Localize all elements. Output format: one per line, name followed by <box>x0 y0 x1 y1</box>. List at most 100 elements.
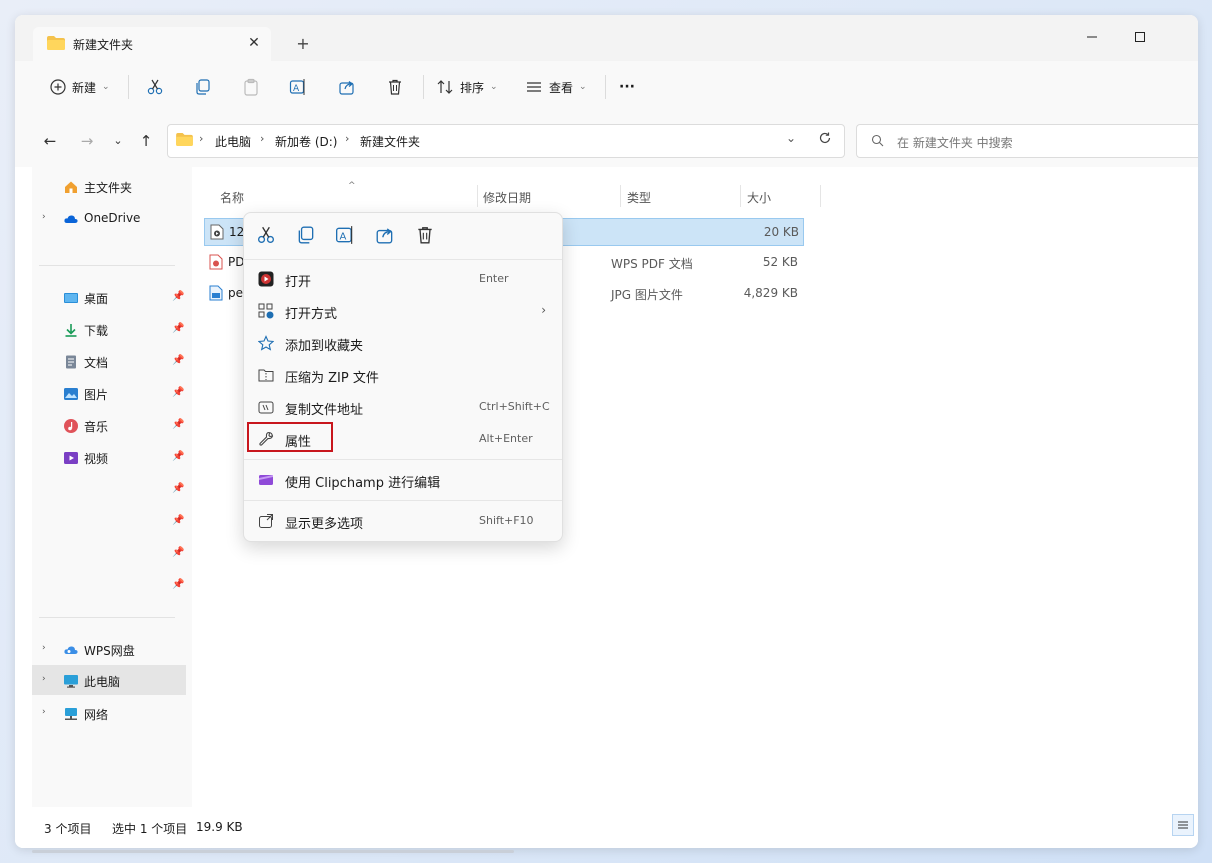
file-size: 20 KB <box>763 225 799 239</box>
paste-button[interactable] <box>242 74 260 100</box>
rename-icon[interactable]: A <box>335 225 357 247</box>
breadcrumb-drive-d[interactable]: 新加卷 (D:) <box>275 133 337 150</box>
pin-icon: 📌 <box>172 387 185 398</box>
sidebar-item-pinned-empty[interactable]: 📌 <box>32 506 186 536</box>
back-arrow-icon[interactable]: ← <box>40 131 60 151</box>
menu-item-open[interactable]: 打开 Enter <box>244 263 562 295</box>
address-dropdown-icon[interactable]: ⌄ <box>786 131 796 145</box>
forward-arrow-icon[interactable]: → <box>77 131 97 151</box>
close-tab-icon[interactable]: ✕ <box>243 32 265 54</box>
trash-icon[interactable] <box>415 225 437 247</box>
menu-item-compress-zip[interactable]: 压缩为 ZIP 文件 <box>244 359 562 391</box>
menu-item-shortcut: Alt+Enter <box>479 432 533 445</box>
properties-highlight-box <box>247 422 333 452</box>
column-header-size[interactable]: 大小 <box>747 189 771 206</box>
chevron-down-icon: ⌄ <box>490 82 498 92</box>
share-icon[interactable] <box>375 225 397 247</box>
menu-item-show-more-options[interactable]: 显示更多选项 Shift+F10 <box>244 505 562 537</box>
pin-icon: 📌 <box>172 355 185 366</box>
sidebar-item-documents[interactable]: 文档 📌 <box>32 346 186 376</box>
breadcrumb-current-folder[interactable]: 新建文件夹 <box>360 133 420 150</box>
menu-item-open-with[interactable]: 打开方式 › <box>244 295 562 327</box>
download-icon <box>63 322 79 338</box>
menu-item-add-favorites[interactable]: 添加到收藏夹 <box>244 327 562 359</box>
jpg-file-icon <box>209 285 223 301</box>
up-arrow-icon[interactable]: ↑ <box>136 131 156 151</box>
copy-icon[interactable] <box>296 225 318 247</box>
pin-icon: 📌 <box>172 547 185 558</box>
navigation-pane: 主文件夹 › OneDrive 桌面 📌 下载 📌 文档 📌 图片 📌 音乐 📌… <box>32 167 192 807</box>
new-tab-button[interactable]: + <box>291 32 315 56</box>
address-bar[interactable]: › 此电脑 › 新加卷 (D:) › 新建文件夹 ⌄ <box>167 124 845 158</box>
details-view-icon <box>1178 821 1188 829</box>
share-icon <box>339 81 354 95</box>
sidebar-item-desktop[interactable]: 桌面 📌 <box>32 282 186 312</box>
expand-chevron-icon[interactable]: › <box>42 707 46 717</box>
toolbar-divider <box>128 75 129 99</box>
sidebar-item-wps-cloud[interactable]: › WPS网盘 <box>32 634 186 664</box>
details-view-button[interactable] <box>1172 814 1194 836</box>
file-size: 52 KB <box>762 255 798 269</box>
search-placeholder: 在 新建文件夹 中搜索 <box>897 136 1013 150</box>
scissors-icon[interactable] <box>256 225 278 247</box>
delete-button[interactable] <box>386 74 404 100</box>
maximize-icon[interactable] <box>1134 31 1146 46</box>
context-menu: A 打开 Enter 打开方式 › 添加到收藏夹 压缩为 ZIP 文件 复制文件… <box>243 212 563 542</box>
breadcrumb-chevron-icon: › <box>345 132 350 145</box>
refresh-icon[interactable] <box>818 131 832 148</box>
music-icon <box>63 418 79 434</box>
sidebar-item-pictures[interactable]: 图片 📌 <box>32 378 186 408</box>
main-area: 主文件夹 › OneDrive 桌面 📌 下载 📌 文档 📌 图片 📌 音乐 📌… <box>15 167 1198 812</box>
column-header-modified[interactable]: 修改日期 <box>483 189 531 206</box>
sidebar-item-network[interactable]: › 网络 <box>32 698 186 728</box>
search-input[interactable]: 在 新建文件夹 中搜索 <box>856 124 1198 158</box>
sidebar-item-videos[interactable]: 视频 📌 <box>32 442 186 472</box>
pin-icon: 📌 <box>172 323 185 334</box>
breadcrumb-this-pc[interactable]: 此电脑 <box>215 133 251 150</box>
rename-button[interactable]: A <box>289 74 307 100</box>
breadcrumb-chevron-icon: › <box>260 132 265 145</box>
sidebar-item-onedrive[interactable]: › OneDrive <box>32 203 186 233</box>
menu-item-clipchamp[interactable]: 使用 Clipchamp 进行编辑 <box>244 464 562 496</box>
menu-item-shortcut: Shift+F10 <box>479 514 534 527</box>
menu-item-copy-path[interactable]: 复制文件地址 Ctrl+Shift+C <box>244 391 562 423</box>
recent-chevron-icon[interactable]: ⌄ <box>108 131 128 151</box>
sidebar-item-pinned-empty[interactable]: 📌 <box>32 538 186 568</box>
column-divider[interactable] <box>820 185 821 207</box>
sidebar-item-pinned-empty[interactable]: 📌 <box>32 474 186 504</box>
breadcrumb-chevron-icon: › <box>199 132 204 145</box>
more-options-icon <box>258 513 274 529</box>
copy-button[interactable] <box>194 74 212 100</box>
column-header-type[interactable]: 类型 <box>627 189 651 206</box>
column-divider[interactable] <box>620 185 621 207</box>
sidebar-item-music[interactable]: 音乐 📌 <box>32 410 186 440</box>
sidebar-item-pinned-empty[interactable]: 📌 <box>32 570 186 600</box>
tab-current-folder[interactable]: 新建文件夹 ✕ <box>33 27 271 61</box>
column-divider[interactable] <box>740 185 741 207</box>
expand-chevron-icon[interactable]: › <box>42 643 46 653</box>
sidebar-item-downloads[interactable]: 下载 📌 <box>32 314 186 344</box>
expand-chevron-icon[interactable]: › <box>42 674 46 684</box>
column-header-name[interactable]: 名称 <box>220 189 244 206</box>
share-button[interactable] <box>338 74 356 100</box>
document-icon <box>63 354 79 370</box>
video-file-icon <box>210 224 224 240</box>
cut-button[interactable] <box>146 74 164 100</box>
menu-divider <box>244 459 562 460</box>
more-button[interactable]: ··· <box>619 74 635 100</box>
horizontal-scrollbar[interactable] <box>32 850 514 853</box>
clipboard-icon <box>244 78 258 96</box>
sidebar-item-this-pc[interactable]: › 此电脑 <box>32 665 186 695</box>
expand-chevron-icon[interactable]: › <box>42 212 46 222</box>
view-button[interactable]: 查看 ⌄ <box>525 74 587 100</box>
new-button-label: 新建 <box>72 80 97 95</box>
minimize-icon[interactable] <box>1086 31 1098 46</box>
toolbar-divider <box>423 75 424 99</box>
column-divider[interactable] <box>477 185 478 207</box>
new-button[interactable]: 新建 ⌄ <box>50 74 110 100</box>
pin-icon: 📌 <box>172 291 185 302</box>
sidebar-item-label: 主文件夹 <box>84 181 133 195</box>
sort-button[interactable]: 排序 ⌄ <box>436 74 498 100</box>
desktop-icon <box>63 290 79 306</box>
sidebar-item-home[interactable]: 主文件夹 <box>32 171 186 201</box>
